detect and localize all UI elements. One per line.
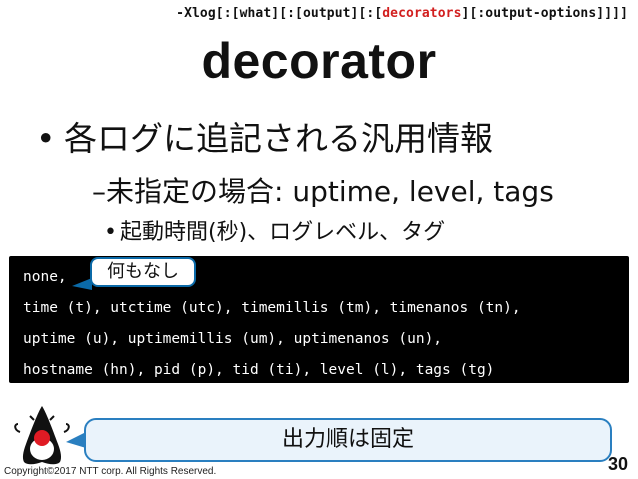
- duke-mascot-icon: [14, 406, 70, 465]
- code-line-uptime: uptime (u), uptimemillis (um), uptimenan…: [23, 331, 443, 347]
- code-line-time: time (t), utctime (utc), timemillis (tm)…: [23, 300, 521, 316]
- slide-title: decorator: [201, 33, 437, 89]
- callout-none-pointer: [72, 278, 92, 290]
- bullet-level1: • 各ログに追記される汎用情報: [36, 112, 493, 160]
- bullet-level2: –未指定の場合: uptime, level, tags: [92, 175, 554, 208]
- command-prefix: -Xlog[:[what][:[output][:[: [176, 6, 383, 21]
- command-highlight-decorators: decorators: [382, 6, 462, 21]
- callout-fixed-order: 出力順は固定: [84, 418, 612, 462]
- callout-none: 何もなし: [90, 257, 196, 287]
- bullet-level3-text: 起動時間(秒)、ログレベル、タグ: [120, 220, 446, 245]
- callout-order-pointer: [66, 432, 86, 448]
- code-line-hostname: hostname (hn), pid (p), tid (ti), level …: [23, 362, 495, 378]
- page-number: 30: [607, 454, 628, 474]
- command-suffix: ][:output-options]]]]: [461, 6, 628, 21]
- bullet-dot-small: •: [104, 220, 117, 245]
- bullet-level3: • 起動時間(秒)、ログレベル、タグ: [104, 214, 445, 246]
- xlog-command-syntax: -Xlog[:[what][:[output][:[decorators][:o…: [176, 6, 628, 21]
- copyright-notice: Copyright©2017 NTT corp. All Rights Rese…: [4, 466, 217, 477]
- bullet-level1-text: 各ログに追記される汎用情報: [64, 119, 493, 158]
- bullet-dot: •: [36, 119, 56, 158]
